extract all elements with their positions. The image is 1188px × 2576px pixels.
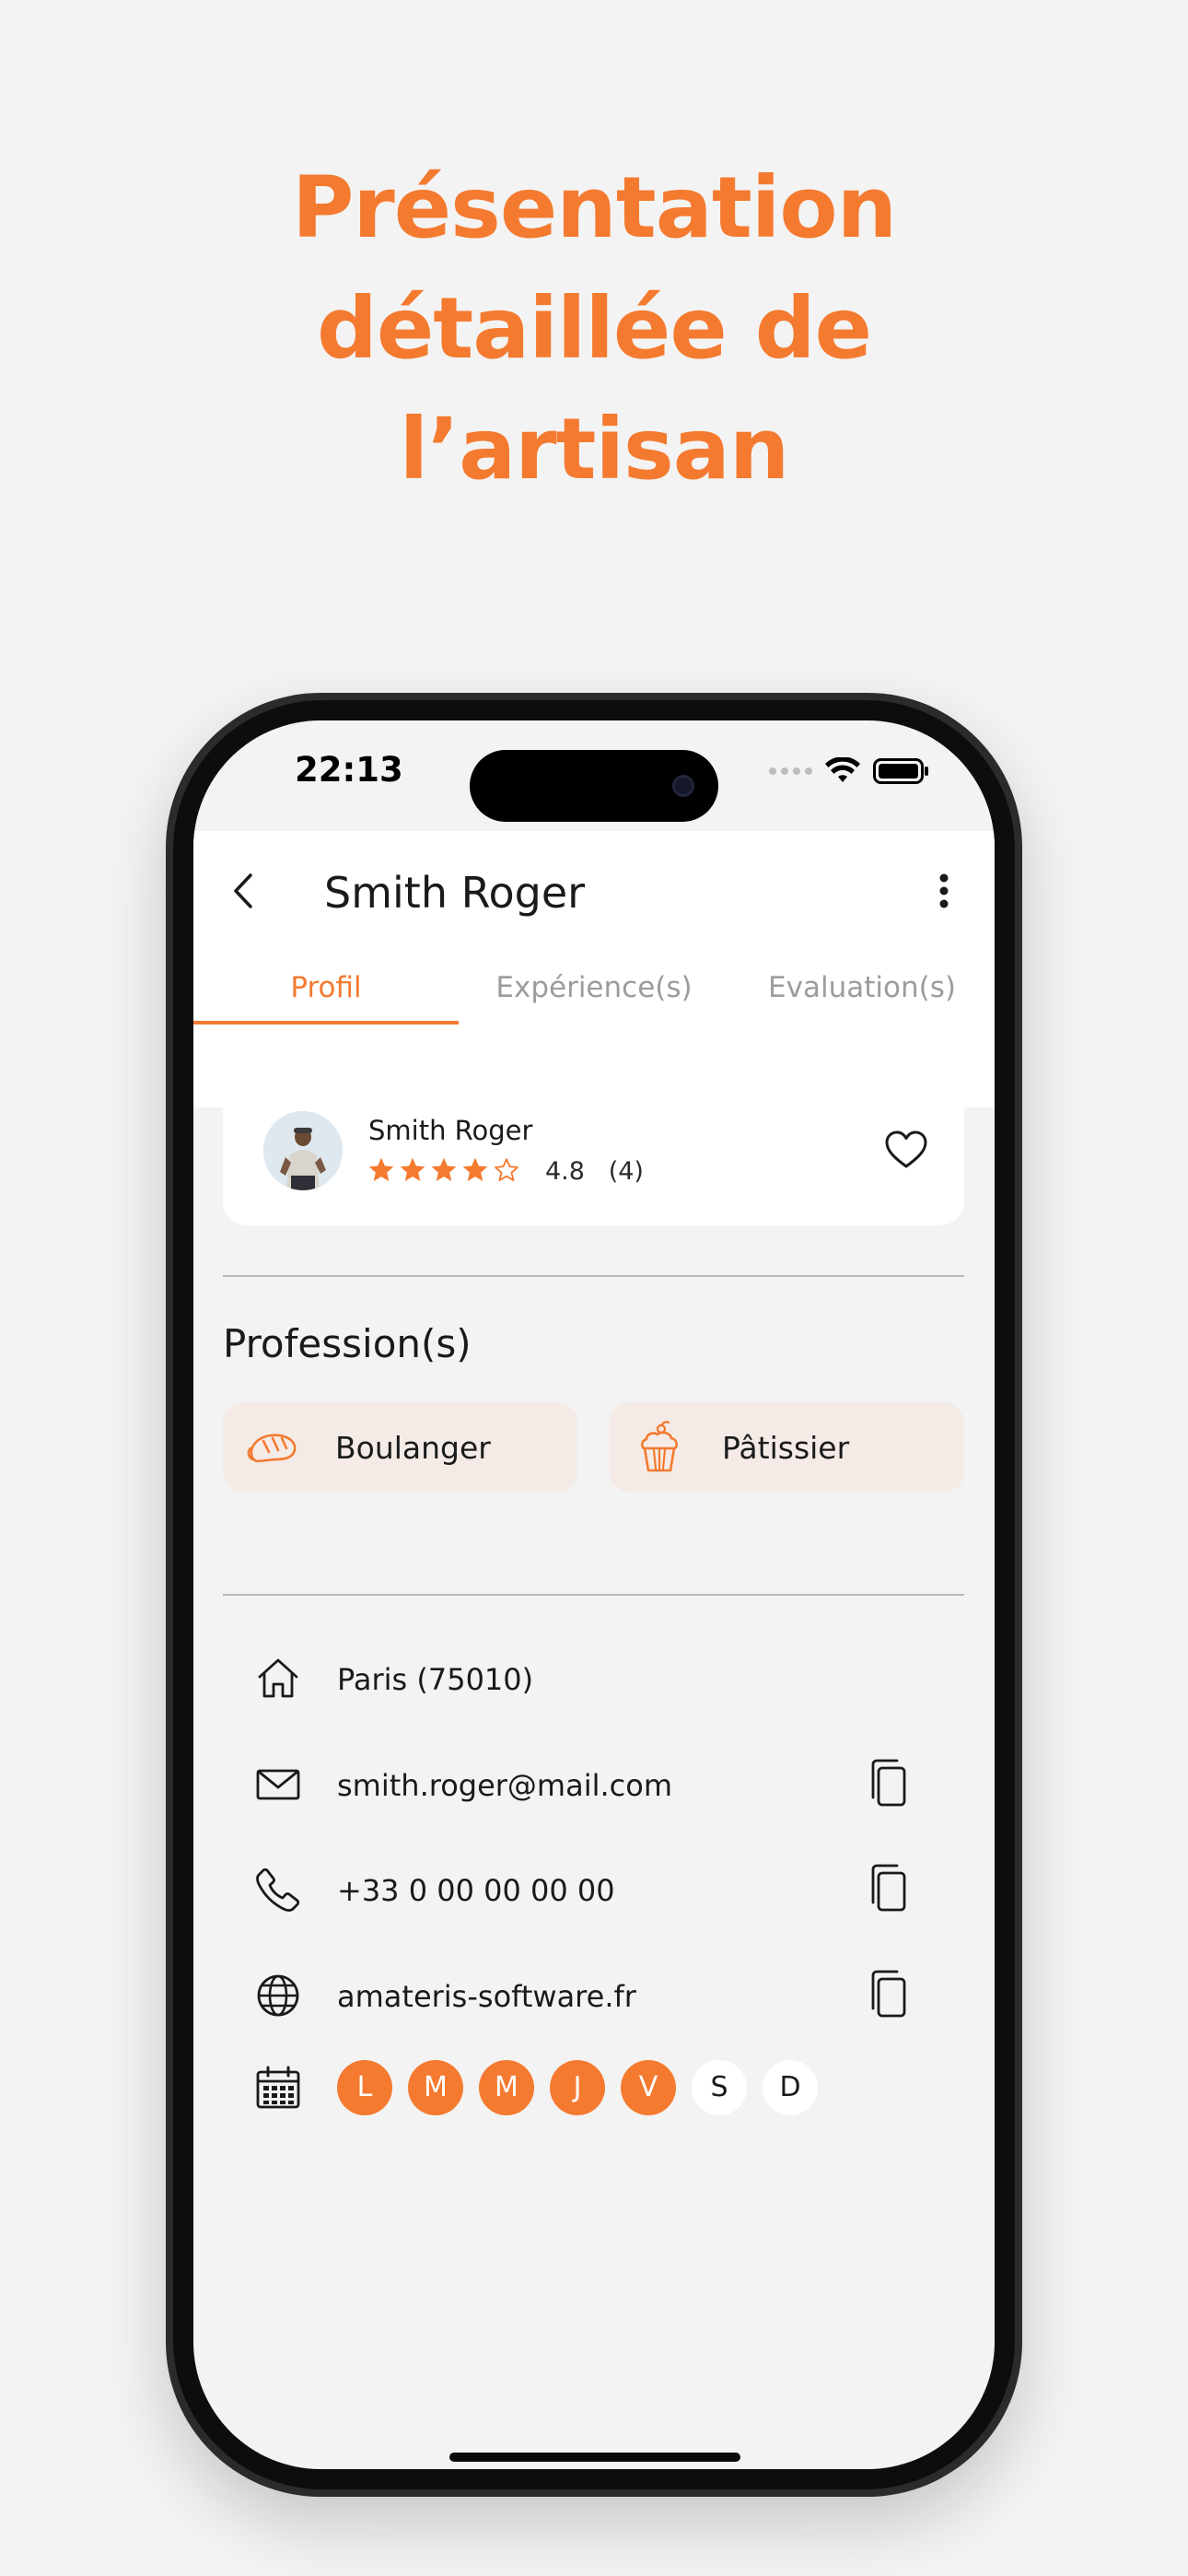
app-screen: 22:13 Smith Roger Profil Expérience(s) E… (193, 720, 995, 2469)
copy-icon[interactable] (866, 1862, 912, 1915)
day-sunday: D (763, 2060, 818, 2115)
rating-value: 4.8 (545, 1157, 585, 1186)
day-monday: L (337, 2060, 392, 2115)
review-count: (4) (608, 1157, 644, 1186)
profession-label: Boulanger (335, 1430, 491, 1466)
website-text[interactable]: amateris-software.fr (337, 1979, 636, 2014)
profile-name: Smith Roger (368, 1115, 533, 1146)
day-saturday: S (692, 2060, 747, 2115)
battery-icon (873, 758, 928, 784)
wifi-icon (825, 757, 860, 782)
tab-evaluations[interactable]: Evaluation(s) (729, 960, 995, 1015)
email-text[interactable]: smith.roger@mail.com (337, 1768, 672, 1803)
headline-line-3: l’artisan (399, 400, 790, 498)
globe-icon (257, 1974, 299, 2017)
headline-line-1: Présentation (291, 158, 897, 257)
status-indicators (769, 757, 930, 785)
back-arrow-icon[interactable] (221, 868, 267, 914)
promo-headline: Présentation détaillée de l’artisan (0, 147, 1188, 509)
star-filled-icon (431, 1157, 457, 1181)
profession-chip-boulanger[interactable]: Boulanger (223, 1402, 577, 1493)
location-row: Paris (75010) (193, 1642, 995, 1715)
page-title: Smith Roger (324, 868, 586, 918)
bread-icon (247, 1434, 297, 1463)
home-indicator[interactable] (449, 2453, 740, 2462)
cupcake-icon (640, 1421, 678, 1472)
star-filled-icon (462, 1157, 488, 1181)
star-filled-icon (368, 1157, 394, 1181)
day-wednesday: M (479, 2060, 534, 2115)
location-text: Paris (75010) (337, 1662, 534, 1697)
professions-title: Profession(s) (223, 1321, 472, 1366)
day-tuesday: M (408, 2060, 463, 2115)
divider (223, 1594, 964, 1596)
avatar-photo (263, 1111, 343, 1190)
email-row: smith.roger@mail.com (193, 1748, 995, 1821)
divider (223, 1275, 964, 1277)
promo-page: Présentation détaillée de l’artisan 22:1… (0, 0, 1188, 2576)
tab-experiences[interactable]: Expérience(s) (459, 960, 729, 1015)
website-row: amateris-software.fr (193, 1959, 995, 2032)
star-empty-icon (495, 1158, 518, 1181)
tab-profil[interactable]: Profil (193, 960, 459, 1015)
day-thursday: J (550, 2060, 605, 2115)
availability-days: L M M J V S D (337, 2060, 818, 2115)
rating-summary: 4.8 (4) (545, 1157, 644, 1186)
star-rating (367, 1155, 521, 1185)
headline-line-2: détaillée de (317, 279, 872, 378)
copy-icon[interactable] (866, 1757, 912, 1810)
front-camera (672, 775, 694, 797)
home-icon (258, 1658, 298, 1698)
favorite-heart-icon[interactable] (883, 1128, 929, 1174)
active-tab-indicator (193, 1021, 459, 1025)
phone-text[interactable]: +33 0 00 00 00 00 (337, 1873, 615, 1908)
avatar[interactable] (263, 1111, 343, 1190)
profession-chip-patissier[interactable]: Pâtissier (610, 1402, 964, 1493)
status-time: 22:13 (295, 750, 403, 790)
more-options-icon[interactable] (930, 868, 958, 914)
tab-bar: Profil Expérience(s) Evaluation(s) (193, 960, 995, 1015)
app-header: Smith Roger Profil Expérience(s) Evaluat… (193, 831, 995, 1107)
star-filled-icon (400, 1157, 425, 1181)
mail-icon (256, 1769, 300, 1800)
profession-label: Pâtissier (722, 1430, 850, 1466)
phone-icon (256, 1868, 300, 1912)
day-friday: V (621, 2060, 676, 2115)
cellular-signal-icon (769, 767, 812, 775)
dynamic-island (470, 750, 718, 822)
calendar-icon (256, 2066, 300, 2109)
copy-icon[interactable] (866, 1968, 912, 2021)
profile-card: Smith Roger 4.8 (4) (223, 1076, 964, 1225)
phone-row: +33 0 00 00 00 00 (193, 1853, 995, 1926)
